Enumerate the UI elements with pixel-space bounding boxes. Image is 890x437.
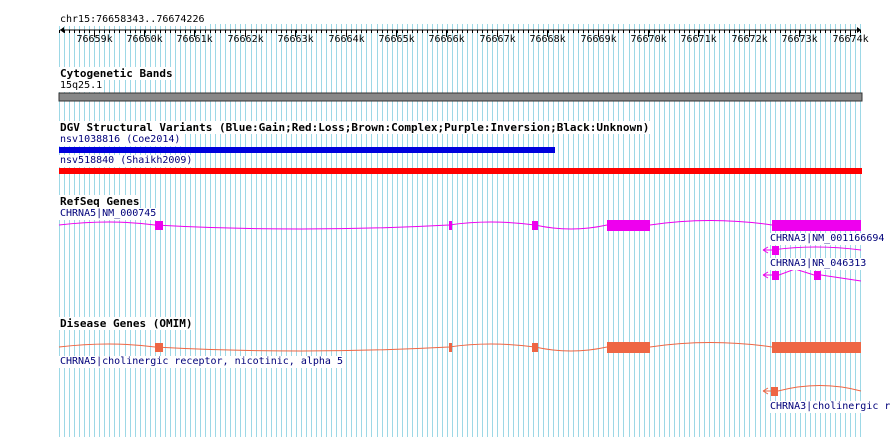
- exon: [814, 271, 821, 280]
- exon: [155, 221, 163, 230]
- ruler-tick-label: 76661k: [176, 34, 213, 45]
- refseq-gene-chrna3-nm001166694[interactable]: [762, 246, 862, 255]
- cytoband-bar[interactable]: [58, 92, 863, 102]
- ruler-tick-label: 76669k: [580, 34, 617, 45]
- ruler-tick-label: 76673k: [781, 34, 818, 45]
- exon: [607, 342, 650, 353]
- ruler-tick-label: 76668k: [529, 34, 566, 45]
- ruler-tick-label: 76666k: [428, 34, 465, 45]
- exon: [449, 221, 452, 230]
- exon: [532, 343, 538, 352]
- track-title-dgv: DGV Structural Variants (Blue:Gain;Red:L…: [59, 121, 651, 134]
- track-title-refseq: RefSeq Genes: [59, 195, 141, 208]
- intron-line: [58, 342, 861, 352]
- genome-browser-view[interactable]: chr15:76658343..76674226 Cytogenetic Ban…: [0, 0, 890, 437]
- exon: [772, 271, 779, 280]
- refseq-gene-label-chrna3-nm001166694: CHRNA3|NM_001166694: [769, 233, 886, 245]
- ruler-location: chr15:76658343..76674226: [59, 14, 206, 26]
- intron-line: [777, 385, 862, 392]
- exon: [772, 246, 779, 255]
- refseq-gene-chrna5-nm000745[interactable]: [58, 220, 861, 231]
- ruler-tick-label: 76664k: [328, 34, 365, 45]
- intron-line: [58, 220, 861, 230]
- track-title-omim: Disease Genes (OMIM): [59, 317, 194, 330]
- dgv-variant-label-nsv1038816: nsv1038816 (Coe2014): [59, 134, 182, 146]
- ruler-tick-label: 76671k: [680, 34, 717, 45]
- ruler-tick-label: 76667k: [479, 34, 516, 45]
- ruler-tick-label: 76662k: [227, 34, 264, 45]
- refseq-gene-chrna3-nr046313[interactable]: [762, 268, 862, 282]
- exon: [155, 343, 163, 352]
- exon: [449, 343, 452, 352]
- dgv-variant-label-nsv518840: nsv518840 (Shaikh2009): [59, 155, 194, 167]
- ruler-tick-label: 76665k: [378, 34, 415, 45]
- ruler-tick-label: 76659k: [76, 34, 113, 45]
- track-title-cytoband: Cytogenetic Bands: [59, 67, 174, 80]
- ruler-tick-label: 76670k: [630, 34, 667, 45]
- dgv-variant-bar-nsv1038816[interactable]: [59, 147, 555, 153]
- ruler-tick-label: 76674k: [832, 34, 869, 45]
- exon: [532, 221, 538, 230]
- refseq-gene-label-chrna3-nr046313: CHRNA3|NR_046313: [769, 258, 868, 270]
- omim-gene-chrna3[interactable]: [762, 385, 862, 397]
- cytoband-label: 15q25.1: [59, 80, 104, 92]
- intron-line: [771, 246, 862, 251]
- exon: [772, 220, 861, 231]
- ruler-tick-label: 76660k: [126, 34, 163, 45]
- ruler-left-arrow: [60, 27, 64, 33]
- dgv-variant-bar-nsv518840[interactable]: [59, 168, 862, 174]
- omim-gene-label-chrna5: CHRNA5|cholinergic receptor, nicotinic, …: [59, 356, 344, 368]
- ruler-tick-label: 76672k: [731, 34, 768, 45]
- omim-gene-chrna5[interactable]: [58, 342, 861, 353]
- exon: [771, 387, 778, 396]
- refseq-gene-label-chrna5: CHRNA5|NM_000745: [59, 208, 158, 220]
- omim-gene-label-chrna3: CHRNA3|cholinergic r: [769, 401, 890, 413]
- ruler-tick-label: 76663k: [277, 34, 314, 45]
- exon: [772, 342, 861, 353]
- exon: [607, 220, 650, 231]
